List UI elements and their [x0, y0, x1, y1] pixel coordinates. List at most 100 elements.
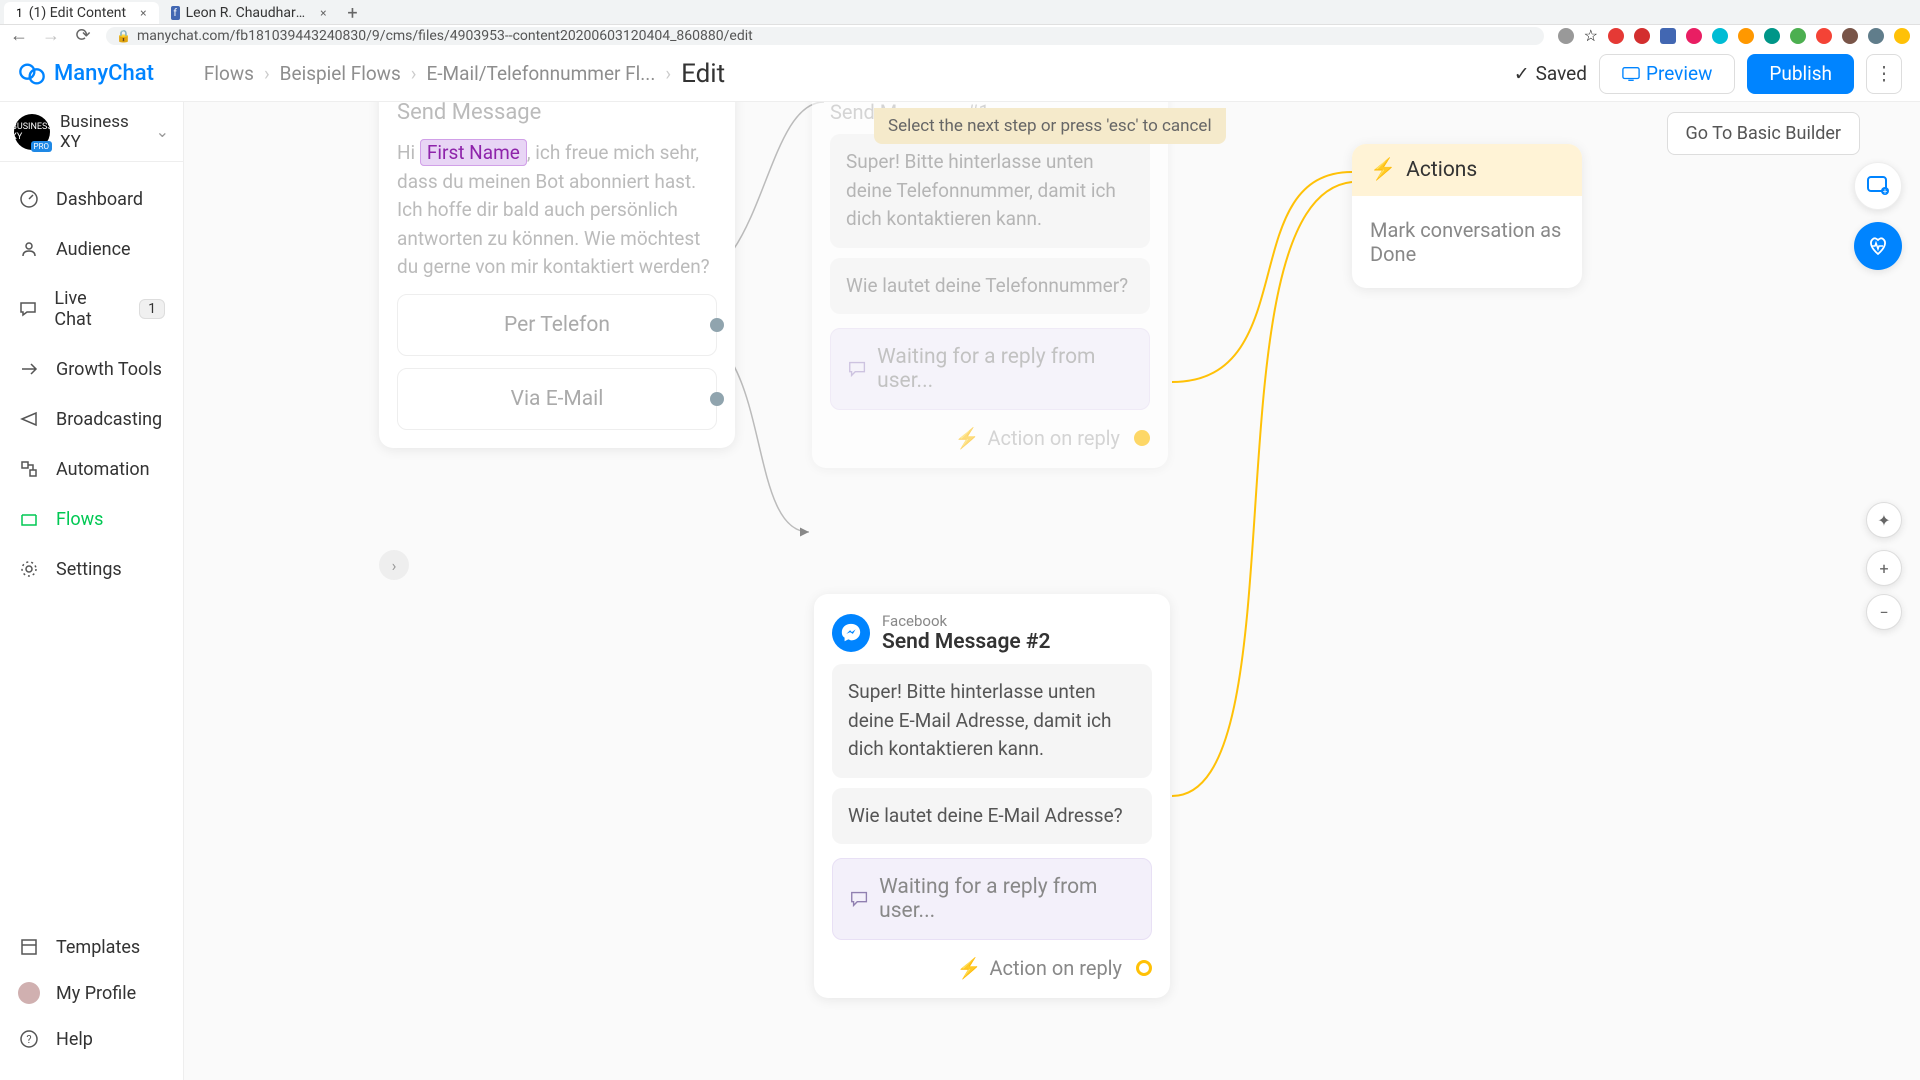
ext-icon[interactable] — [1558, 28, 1574, 44]
automation-icon — [18, 458, 40, 480]
crumb-folder[interactable]: Beispiel Flows — [280, 62, 401, 85]
connector-dot[interactable] — [1134, 430, 1150, 446]
auto-arrange-button[interactable]: ✦ — [1866, 502, 1902, 538]
preview-icon — [1622, 66, 1640, 82]
quick-reply-label: Via E-Mail — [511, 387, 604, 411]
sidebar-item-flows[interactable]: Flows — [0, 494, 183, 544]
sidebar-item-settings[interactable]: Settings — [0, 544, 183, 594]
logo[interactable]: ManyChat — [18, 60, 154, 88]
actions-header: ⚡ Actions — [1352, 144, 1582, 196]
tab-notification: 1 — [16, 6, 23, 20]
basic-builder-label: Go To Basic Builder — [1686, 123, 1842, 144]
quick-reply-phone[interactable]: Per Telefon — [397, 294, 717, 356]
node-send-message-1[interactable]: Send Message #1 Super! Bitte hinterlasse… — [812, 102, 1168, 468]
app-body: BUSINESS XY PRO Business XY ⌄ Dashboard … — [0, 102, 1920, 1080]
app: ManyChat Flows › Beispiel Flows › E-Mail… — [0, 46, 1920, 1080]
chevron-right-icon: › — [264, 62, 270, 85]
action-item[interactable]: Mark conversation as Done — [1352, 196, 1582, 288]
ext-icon[interactable] — [1634, 28, 1650, 44]
more-button[interactable]: ⋮ — [1866, 54, 1902, 94]
ext-icon[interactable] — [1608, 28, 1624, 44]
workspace-selector[interactable]: BUSINESS XY PRO Business XY ⌄ — [0, 102, 183, 162]
action-on-reply[interactable]: ⚡ Action on reply — [830, 426, 1150, 450]
ext-icon[interactable] — [1868, 28, 1884, 44]
ext-icon[interactable] — [1842, 28, 1858, 44]
ext-icon[interactable] — [1764, 28, 1780, 44]
bolt-icon: ⚡ — [955, 426, 980, 450]
logo-text: ManyChat — [54, 61, 154, 86]
magic-icon: ✦ — [1877, 511, 1890, 530]
close-icon[interactable]: × — [140, 6, 146, 20]
message-text: Wie lautet deine E-Mail Adresse? — [848, 804, 1123, 827]
ext-icon[interactable] — [1660, 28, 1676, 44]
plus-icon: + — [1879, 559, 1888, 578]
add-message-fab[interactable]: + — [1854, 162, 1902, 210]
sidebar-item-audience[interactable]: Audience — [0, 224, 183, 274]
waiting-text: Waiting for a reply from user... — [879, 875, 1135, 923]
sidebar-item-help[interactable]: ? Help — [0, 1016, 183, 1062]
message-bubble[interactable]: Super! Bitte hinterlasse unten deine Tel… — [830, 134, 1150, 248]
ext-icon[interactable] — [1686, 28, 1702, 44]
text: Hi — [397, 141, 420, 164]
zoom-in-button[interactable]: + — [1866, 550, 1902, 586]
sidebar-item-broadcasting[interactable]: Broadcasting — [0, 394, 183, 444]
crumb-flow[interactable]: E-Mail/Telefonnummer Fl... — [426, 62, 655, 85]
node-send-message[interactable]: Send Message Hi First Name, ich freue mi… — [379, 102, 735, 448]
facebook-icon: f — [171, 6, 180, 20]
connector-dot[interactable] — [710, 318, 724, 332]
browser-tab-active[interactable]: 1 (1) Edit Content × — [4, 2, 159, 24]
sidebar-item-dashboard[interactable]: Dashboard — [0, 174, 183, 224]
ext-icon[interactable] — [1738, 28, 1754, 44]
waiting-text: Waiting for a reply from user... — [877, 345, 1133, 393]
chat-icon — [849, 889, 869, 909]
user-input-block[interactable]: Waiting for a reply from user... — [830, 328, 1150, 410]
sidebar-item-templates[interactable]: Templates — [0, 924, 183, 970]
forward-button[interactable]: → — [42, 27, 60, 45]
crumb-flows[interactable]: Flows — [204, 62, 254, 85]
action-on-reply[interactable]: ⚡ Action on reply — [832, 956, 1152, 980]
ext-icon[interactable] — [1816, 28, 1832, 44]
node-header-text: Facebook Send Message #2 — [882, 612, 1050, 654]
preview-button[interactable]: Preview — [1599, 54, 1735, 94]
ext-icon[interactable] — [1790, 28, 1806, 44]
help-icon: ? — [18, 1028, 40, 1050]
help-fab[interactable] — [1854, 222, 1902, 270]
sidebar-item-automation[interactable]: Automation — [0, 444, 183, 494]
sidebar-item-livechat[interactable]: Live Chat 1 — [0, 274, 183, 344]
ext-icon[interactable] — [1894, 28, 1910, 44]
browser-tab[interactable]: f Leon R. Chaudhari | Facebook × — [159, 2, 339, 24]
node-title: Send Message #2 — [882, 630, 1050, 654]
flow-canvas[interactable]: Go To Basic Builder + ✦ + − Select the n… — [184, 102, 1920, 1080]
message-bubble[interactable]: Wie lautet deine Telefonnummer? — [830, 258, 1150, 315]
basic-builder-button[interactable]: Go To Basic Builder — [1667, 112, 1861, 155]
node-title: Send Message — [397, 102, 717, 125]
badge: 1 — [139, 299, 165, 319]
quick-reply-email[interactable]: Via E-Mail — [397, 368, 717, 430]
node-send-message-2[interactable]: Facebook Send Message #2 Super! Bitte hi… — [814, 594, 1170, 998]
collapse-button[interactable]: › — [379, 550, 409, 580]
url-bar[interactable]: 🔒 manychat.com/fb181039443240830/9/cms/f… — [106, 27, 1544, 45]
message-text: Wie lautet deine Telefonnummer? — [846, 274, 1128, 297]
node-actions[interactable]: ⚡ Actions Mark conversation as Done — [1352, 144, 1582, 288]
new-tab-button[interactable]: + — [339, 2, 367, 24]
back-button[interactable]: ← — [10, 27, 28, 45]
ext-icon[interactable] — [1712, 28, 1728, 44]
node-header: Facebook Send Message #2 — [832, 612, 1152, 654]
header-actions: ✓ Saved Preview Publish ⋮ — [1514, 54, 1902, 94]
close-icon[interactable]: × — [320, 6, 326, 20]
sidebar-item-growth[interactable]: Growth Tools — [0, 344, 183, 394]
publish-button[interactable]: Publish — [1747, 54, 1854, 94]
star-icon[interactable]: ☆ — [1584, 26, 1598, 45]
message-bubble[interactable]: Super! Bitte hinterlasse unten deine E-M… — [832, 664, 1152, 778]
message-bubble[interactable]: Wie lautet deine E-Mail Adresse? — [832, 788, 1152, 845]
connector-dot[interactable] — [710, 392, 724, 406]
sidebar-item-label: Live Chat — [54, 288, 123, 330]
user-input-block[interactable]: Waiting for a reply from user... — [832, 858, 1152, 940]
reload-button[interactable]: ⟳ — [74, 27, 92, 45]
zoom-out-button[interactable]: − — [1866, 594, 1902, 630]
sidebar-item-profile[interactable]: My Profile — [0, 970, 183, 1016]
chat-icon — [18, 298, 38, 320]
connector-dot[interactable] — [1136, 960, 1152, 976]
hint-text: Select the next step or press 'esc' to c… — [888, 116, 1212, 136]
variable-chip[interactable]: First Name — [420, 139, 527, 166]
